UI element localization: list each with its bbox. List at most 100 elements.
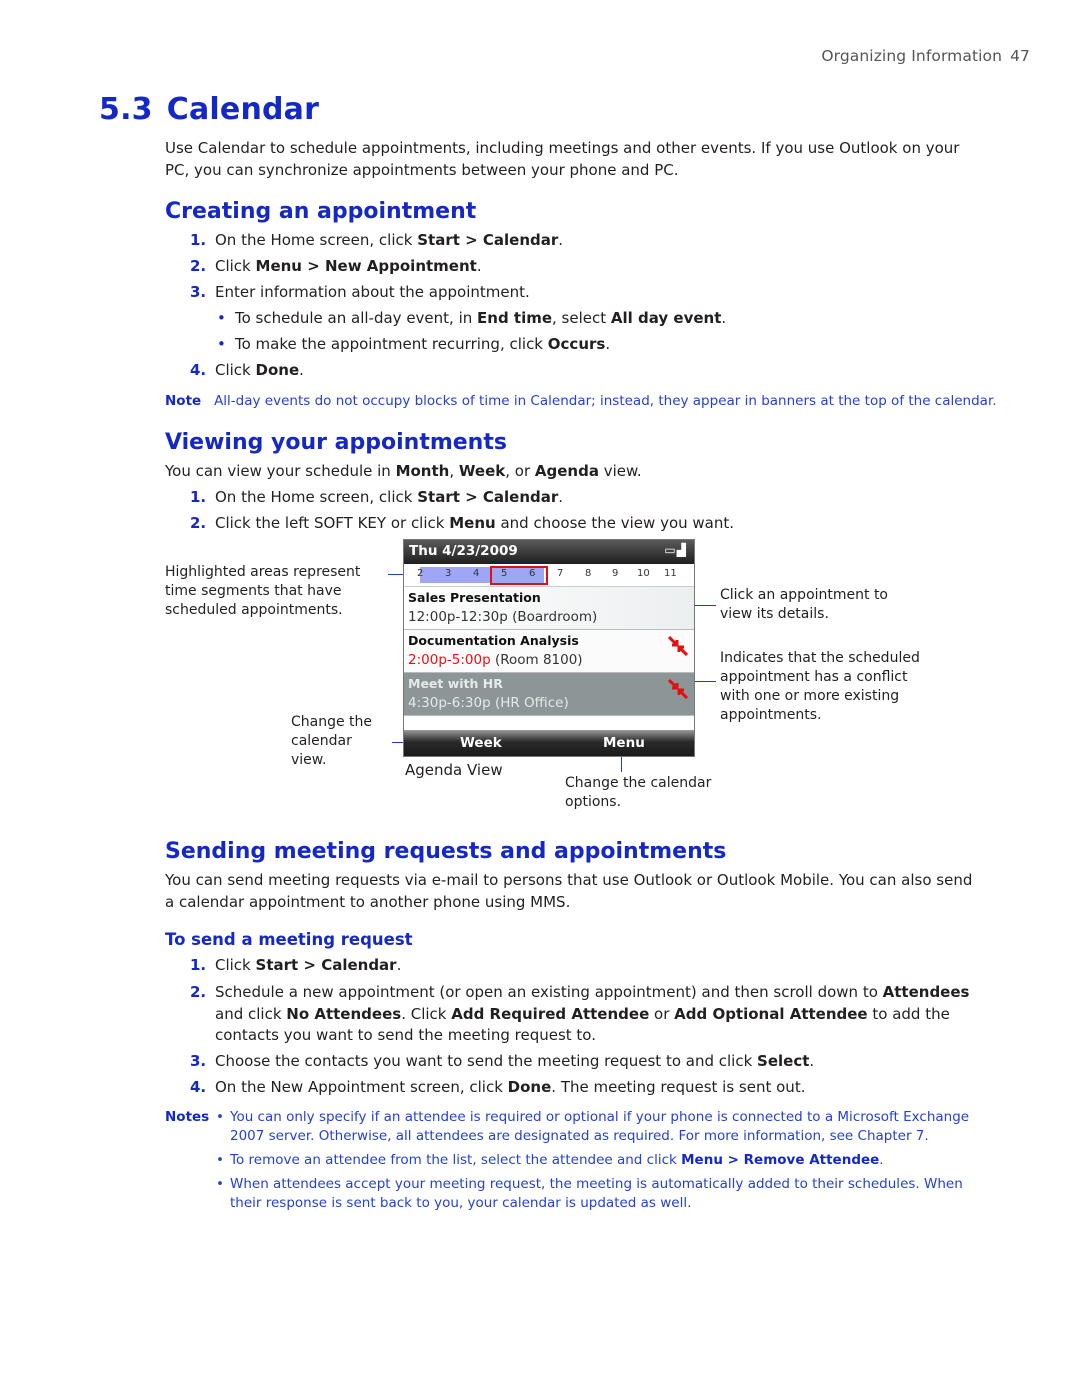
appointment-title: Sales Presentation [408,590,541,605]
note-text: To remove an attendee from the list, sel… [230,1152,682,1168]
step-bold: Start > Calendar [417,231,559,249]
step-bold: Select [757,1052,810,1070]
time: 4:30p-6:30p [408,695,491,711]
step-punct: . The meeting request is sent out. [551,1078,806,1096]
bullet-icon: • [217,309,226,327]
step-text: On the Home screen, click [215,488,418,506]
bullet-text: To make the appointment recurring, click [235,335,548,353]
step-text: or [649,1004,675,1023]
place: (HR Office) [494,695,569,711]
note-text: When attendees accept your meeting reque… [230,1176,963,1211]
hour-label: 6 [529,568,536,579]
step-number: 3. [190,1052,207,1070]
bullet-punct: . [721,309,727,327]
bullet-text: To schedule an all-day event, in [235,309,478,327]
appointment-time: 12:00p-12:30p (Boardroom) [408,609,597,625]
hour-label: 2 [417,568,424,579]
step-bold: Start > Calendar [255,956,397,974]
note-label: Note [165,393,202,409]
running-head-section: Organizing Information [821,47,1003,65]
step-punct: . [558,488,564,506]
chapter-title-text: Calendar [166,92,320,127]
appointment-time: 4:30p-6:30p (HR Office) [408,695,569,711]
bullet-icon: • [216,1109,224,1125]
appointment-item-selected[interactable]: Meet with HR 4:30p-6:30p (HR Office) [404,673,694,716]
hour-label: 4 [473,568,480,579]
step-number: 1. [190,488,207,506]
phone-title-bar: Thu 4/23/2009 ▭▟ [404,540,694,564]
bullet-icon: • [216,1152,224,1168]
notes-label: Notes [165,1108,209,1127]
chapter-number: 5.3 [99,92,153,127]
bullet-bold: All day event [610,309,722,327]
note-all-day: Note All-day events do not occupy blocks… [165,392,997,411]
bullet-icon: • [216,1176,224,1192]
hour-label: 5 [501,568,508,579]
step-punct: . [299,361,304,379]
note-text: You can only specify if an attendee is r… [230,1109,970,1144]
step-text: Schedule a new appointment (or open an e… [215,983,883,1001]
note-item: • When attendees accept your meeting req… [216,1175,976,1213]
callout-change-view: Change the calendar view. [291,714,373,768]
callout-conflict: Indicates that the scheduled appointment… [720,650,920,723]
phone-screen-agenda-view: Thu 4/23/2009 ▭▟ 2 3 4 5 6 7 8 9 10 11 S… [403,539,695,757]
bullet-bold: Occurs [547,335,606,353]
conflict-time-box [490,566,548,585]
step-punct: . [476,257,482,275]
intro-paragraph: Use Calendar to schedule appointments, i… [165,139,960,179]
step-bold: Attendees [882,983,970,1001]
bullet-icon: • [217,335,226,353]
notes-label-text: Notes [165,1109,210,1125]
appointment-title: Meet with HR [408,676,503,691]
view-agenda: Agenda [534,462,599,480]
step-text: and click [215,1004,287,1023]
step-punct: . [396,956,402,974]
step-text: . Click [401,1004,452,1023]
softkey-menu[interactable]: Menu [603,735,645,751]
place: (Room 8100) [494,652,583,668]
section-heading-viewing: Viewing your appointments [165,430,507,455]
step-text: Click [215,361,256,379]
hour-label: 10 [637,568,650,579]
sending-intro: You can send meeting requests via e-mail… [165,871,973,911]
appointment-time: 2:00p-5:00p (Room 8100) [408,652,583,668]
callout-highlighted: Highlighted areas represent time segment… [165,564,361,618]
place: (Boardroom) [512,609,598,625]
appointment-item[interactable]: Documentation Analysis 2:00p-5:00p (Room… [404,630,694,673]
callout-options: Change the calendar options. [565,775,712,810]
step-number: 2. [190,514,207,532]
step-number: 4. [190,361,207,379]
conflict-icon [668,679,688,699]
text: , [449,462,459,480]
hour-label: 8 [585,568,592,579]
step-punct: and choose the view you want. [495,514,735,532]
appointment-title: Documentation Analysis [408,633,579,648]
callout-click-appointment: Click an appointment to view its details… [720,587,888,622]
step-text: Click [215,956,256,974]
note-item: • You can only specify if an attendee is… [216,1108,976,1146]
page-number: 47 [1010,47,1030,65]
phone-date: Thu 4/23/2009 [409,543,518,559]
appointment-item[interactable]: Sales Presentation 12:00p-12:30p (Boardr… [404,587,694,630]
view-month: Month [395,462,450,480]
step-text: Choose the contacts you want to send the… [215,1052,758,1070]
hour-strip[interactable]: 2 3 4 5 6 7 8 9 10 11 [404,564,694,587]
battery-icon: ▭ [664,543,677,557]
hour-label: 3 [445,568,452,579]
text: You can view your schedule in [165,462,396,480]
running-head: Organizing Information 47 [821,47,1030,65]
step-bold: Done [507,1078,552,1096]
note-item: • To remove an attendee from the list, s… [216,1151,976,1170]
step-number: 1. [190,231,207,249]
step-bold: Done [255,361,300,379]
softkey-week[interactable]: Week [460,735,502,751]
step-bold: Menu [449,514,496,532]
section-heading-sending: Sending meeting requests and appointment… [165,839,727,864]
text: , or [505,462,535,480]
hour-label: 11 [664,568,677,579]
step-text: Enter information about the appointment. [215,283,530,301]
step-bold: Menu > New Appointment [255,257,477,275]
step-bold: Add Required Attendee [451,1004,650,1023]
softkey-bar: Week Menu [404,730,694,756]
time: 2:00p-5:00p [408,652,491,668]
